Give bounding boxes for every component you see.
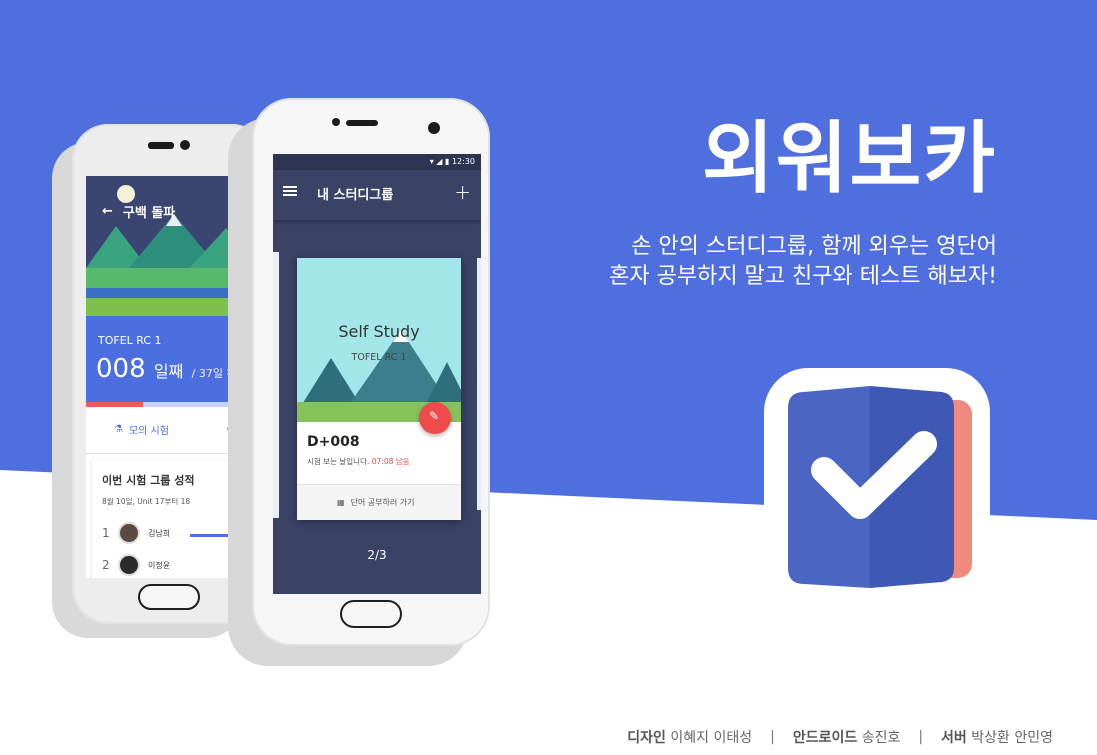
speaker <box>346 120 378 126</box>
pencil-icon: ✎ <box>429 409 440 423</box>
card-illustration: Self Study TOFEL RC 1 <box>297 258 461 422</box>
study-card-title: Self Study <box>338 322 420 341</box>
appbar-title: 내 스터디그룹 <box>317 188 394 203</box>
back-arrow-icon[interactable]: ← <box>102 204 113 219</box>
check-book-icon <box>764 368 990 596</box>
exam-note: 시험 보는 날입니다. 07:08 남음 <box>307 456 410 467</box>
rank-number: 1 <box>102 526 110 540</box>
next-card-peek[interactable] <box>477 258 481 510</box>
divider: | <box>918 729 924 745</box>
go-study-label: 단어 공부하러 가기 <box>350 498 415 507</box>
wifi-icon: ▾ <box>429 157 434 166</box>
tagline-line-1: 손 안의 스터디그룹, 함께 외우는 영단어 <box>631 234 997 259</box>
credit-android: 안드로이드 송진호 <box>793 727 901 747</box>
credit-names: 송진호 <box>861 730 901 746</box>
list-item[interactable]: 1 김남희 <box>102 522 170 544</box>
avatar <box>118 522 140 544</box>
exam-note-text: 시험 보는 날입니다. <box>307 457 370 466</box>
member-name: 이정윤 <box>148 560 171 570</box>
avatar <box>118 554 140 576</box>
credit-server: 서버 박상환 안민영 <box>941 727 1053 747</box>
battery-icon: ▮ <box>444 157 450 166</box>
prev-card-peek[interactable] <box>273 252 279 518</box>
member-name: 김남희 <box>148 528 171 538</box>
front-phone-screen: ▾ ◢ ▮ 12:30 내 스터디그룹 + Self Study TOFEL R… <box>273 154 481 594</box>
speaker <box>148 142 174 149</box>
status-time: 12:30 <box>451 157 475 166</box>
credit-names: 이혜지 이태성 <box>670 730 753 746</box>
study-group-card[interactable]: Self Study TOFEL RC 1 ✎ D+008 시험 보는 날입니다… <box>297 258 461 520</box>
tagline-line-2: 혼자 공부하지 말고 친구와 테스트 해보자! <box>609 264 997 289</box>
credit-role: 서버 <box>941 730 967 746</box>
card-subtitle: 8월 10일, Unit 17부터 18 <box>102 497 191 506</box>
card-title: 이번 시험 그룹 성적 <box>102 474 195 487</box>
back-header-title: 구백 돌파 <box>122 206 176 221</box>
day-unit: 일째 <box>153 362 184 381</box>
home-button[interactable] <box>138 584 200 610</box>
list-item[interactable]: 2 이정윤 <box>102 554 170 576</box>
camera <box>180 140 190 150</box>
app-bar: 내 스터디그룹 + <box>273 170 481 220</box>
dday-label: D+008 <box>307 434 360 450</box>
app-title: 외워보카 <box>701 114 997 204</box>
day-value: 008 <box>96 354 146 384</box>
credit-names: 박상환 안민영 <box>971 730 1053 746</box>
flask-icon: ⚗ <box>114 424 123 435</box>
credit-role: 안드로이드 <box>792 730 858 746</box>
study-card-footer[interactable]: ▦ 단어 공부하러 가기 <box>297 484 461 520</box>
credit-role: 디자인 <box>627 730 666 746</box>
camera <box>428 122 440 134</box>
add-icon[interactable]: + <box>454 180 471 204</box>
credits: 디자인 이혜지 이태성 | 안드로이드 송진호 | 서버 박상환 안민영 <box>627 727 1053 747</box>
back-header: ← 구백 돌파 <box>102 202 175 221</box>
app-logo <box>758 362 996 602</box>
home-button[interactable] <box>340 600 402 628</box>
book-stack-icon: ▦ <box>337 498 345 507</box>
sensor <box>332 118 340 126</box>
hamburger-menu-icon[interactable] <box>283 186 297 196</box>
go-study-button[interactable]: ▦ 단어 공부하러 가기 <box>337 497 415 508</box>
mock-exam-button[interactable]: ⚗ 모의 시험 <box>114 422 169 437</box>
edit-fab-button[interactable]: ✎ <box>419 402 451 434</box>
day-counter: 008 일째 / 37일 완성 <box>96 354 247 384</box>
rank-number: 2 <box>102 558 110 572</box>
progress-bar-fill <box>86 402 144 407</box>
study-card-course: TOFEL RC 1 <box>351 352 407 363</box>
divider: | <box>770 729 775 745</box>
credit-design: 디자인 이혜지 이태성 <box>627 727 752 747</box>
signal-icon: ◢ <box>436 157 443 166</box>
mock-exam-label: 모의 시험 <box>128 426 169 437</box>
exam-remaining-time: 07:08 남음 <box>371 457 410 466</box>
page-indicator: 2/3 <box>367 548 387 562</box>
status-bar: ▾ ◢ ▮ 12:30 <box>273 154 481 170</box>
course-label: TOFEL RC 1 <box>98 334 162 347</box>
tagline: 손 안의 스터디그룹, 함께 외우는 영단어 혼자 공부하지 말고 친구와 테스… <box>609 232 997 292</box>
